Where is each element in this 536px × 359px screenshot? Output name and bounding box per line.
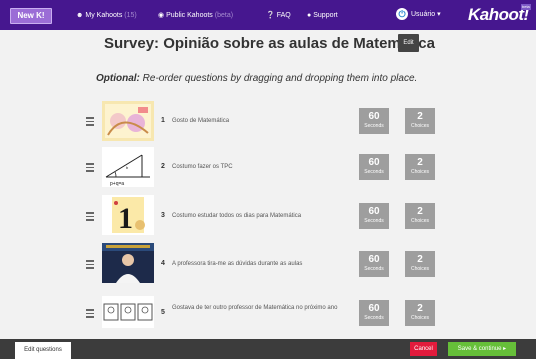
nav-my-kahoots[interactable]: ☻ My Kahoots (15)	[76, 10, 137, 22]
question-text: Gosto de Matemática	[172, 118, 230, 124]
choices-label: Choices	[410, 123, 430, 129]
time-label: Seconds	[364, 169, 384, 175]
beta-badge: beta	[521, 4, 531, 10]
nav-count: (15)	[124, 12, 137, 19]
power-icon: ⏻	[396, 8, 408, 21]
question-image: 1	[102, 195, 154, 235]
edit-title-button[interactable]: Edit	[398, 34, 419, 52]
save-continue-button[interactable]: Save & continue ▸	[448, 342, 516, 356]
question-number: 1	[161, 117, 165, 124]
page-title: Survey: Opinião sobre as aulas de Matemá…	[104, 35, 435, 52]
svg-text:p+q=a: p+q=a	[110, 181, 124, 187]
question-text: Gostava de ter outro professor de Matemá…	[172, 305, 338, 311]
question-number: 2	[161, 163, 165, 170]
time-label: Seconds	[364, 315, 384, 321]
time-badge: 60 Seconds	[359, 108, 389, 134]
nav-label: Support	[313, 12, 338, 19]
question-number: 4	[161, 260, 165, 267]
svg-text:1: 1	[118, 202, 133, 235]
question-number: 3	[161, 212, 165, 219]
choices-badge: 2 Choices	[405, 251, 435, 277]
arrow-right-icon: ▸	[503, 346, 507, 352]
time-value: 60	[368, 206, 380, 217]
question-text: A professora tira-me as dúvidas durante …	[172, 261, 303, 267]
question-image	[102, 243, 154, 283]
question-text: Costumo estudar todos os dias para Matem…	[172, 213, 302, 219]
nav-badge: (beta)	[214, 12, 234, 19]
question-image	[102, 101, 154, 141]
save-label: Save & continue	[457, 346, 502, 352]
cancel-button[interactable]: Cancel	[410, 342, 437, 356]
chevron-down-icon: ▾	[437, 11, 441, 18]
instruction-text: Re-order questions by dragging and dropp…	[139, 73, 418, 84]
drag-handle-icon[interactable]	[86, 163, 94, 172]
choices-label: Choices	[410, 218, 430, 224]
time-label: Seconds	[364, 218, 384, 224]
time-value: 60	[368, 157, 380, 168]
time-label: Seconds	[364, 123, 384, 129]
time-value: 60	[368, 303, 380, 314]
question-row[interactable]: 4 A professora tira-me as dúvidas durant…	[0, 240, 536, 288]
reorder-instruction: Optional: Re-order questions by dragging…	[96, 73, 417, 85]
choices-label: Choices	[410, 315, 430, 321]
time-badge: 60 Seconds	[359, 203, 389, 229]
kahoot-logo[interactable]: Kahoot!	[468, 4, 529, 26]
user-menu[interactable]: ⏻ Usuário ▾	[396, 8, 441, 22]
time-badge: 60 Seconds	[359, 251, 389, 277]
nav-faq[interactable]: ❔ FAQ	[266, 10, 291, 22]
new-kahoot-button[interactable]: New K!	[10, 8, 52, 24]
instruction-prefix: Optional:	[96, 73, 140, 84]
question-number: 5	[161, 309, 165, 316]
time-badge: 60 Seconds	[359, 300, 389, 326]
username: Usuário	[411, 11, 436, 18]
choices-value: 2	[417, 111, 423, 122]
question-text: Costumo fazer os TPC	[172, 164, 233, 170]
question-row[interactable]: 1 3 Costumo estudar todos os dias para M…	[0, 192, 536, 240]
choices-value: 2	[417, 254, 423, 265]
choices-label: Choices	[410, 169, 430, 175]
new-label: New K!	[17, 11, 45, 20]
time-value: 60	[368, 111, 380, 122]
time-badge: 60 Seconds	[359, 154, 389, 180]
choices-label: Choices	[410, 266, 430, 272]
question-row[interactable]: 5 Gostava de ter outro professor de Mate…	[0, 290, 536, 338]
nav-support[interactable]: ● Support	[307, 10, 338, 22]
time-value: 60	[368, 254, 380, 265]
top-navbar: New K! ☻ My Kahoots (15) ◉ Public Kahoots …	[0, 0, 536, 30]
choices-value: 2	[417, 206, 423, 217]
chat-icon: ●	[307, 12, 312, 19]
choices-badge: 2 Choices	[405, 108, 435, 134]
nav-label: Public Kahoots	[166, 12, 213, 19]
nav-label: My Kahoots	[85, 12, 123, 19]
tab-edit-questions[interactable]: Edit questions	[15, 342, 71, 359]
choices-badge: 2 Choices	[405, 300, 435, 326]
question-row[interactable]: p+q=a b 2 Costumo fazer os TPC 60 Second…	[0, 144, 536, 192]
drag-handle-icon[interactable]	[86, 309, 94, 318]
choices-badge: 2 Choices	[405, 154, 435, 180]
bottom-action-bar: Edit questions Cancel Save & continue ▸	[0, 339, 536, 359]
drag-handle-icon[interactable]	[86, 212, 94, 221]
time-label: Seconds	[364, 266, 384, 272]
user-icon: ☻	[76, 12, 84, 19]
drag-handle-icon[interactable]	[86, 260, 94, 269]
choices-value: 2	[417, 303, 423, 314]
choices-badge: 2 Choices	[405, 203, 435, 229]
nav-public-kahoots[interactable]: ◉ Public Kahoots (beta)	[158, 10, 233, 22]
question-image: p+q=a b	[102, 147, 154, 187]
globe-icon: ◉	[158, 12, 165, 19]
question-image	[102, 296, 154, 328]
drag-handle-icon[interactable]	[86, 117, 94, 126]
nav-label: FAQ	[276, 12, 291, 19]
help-icon: ❔	[266, 12, 275, 19]
choices-value: 2	[417, 157, 423, 168]
question-row[interactable]: 1 Gosto de Matemática 60 Seconds 2 Choic…	[0, 97, 536, 145]
